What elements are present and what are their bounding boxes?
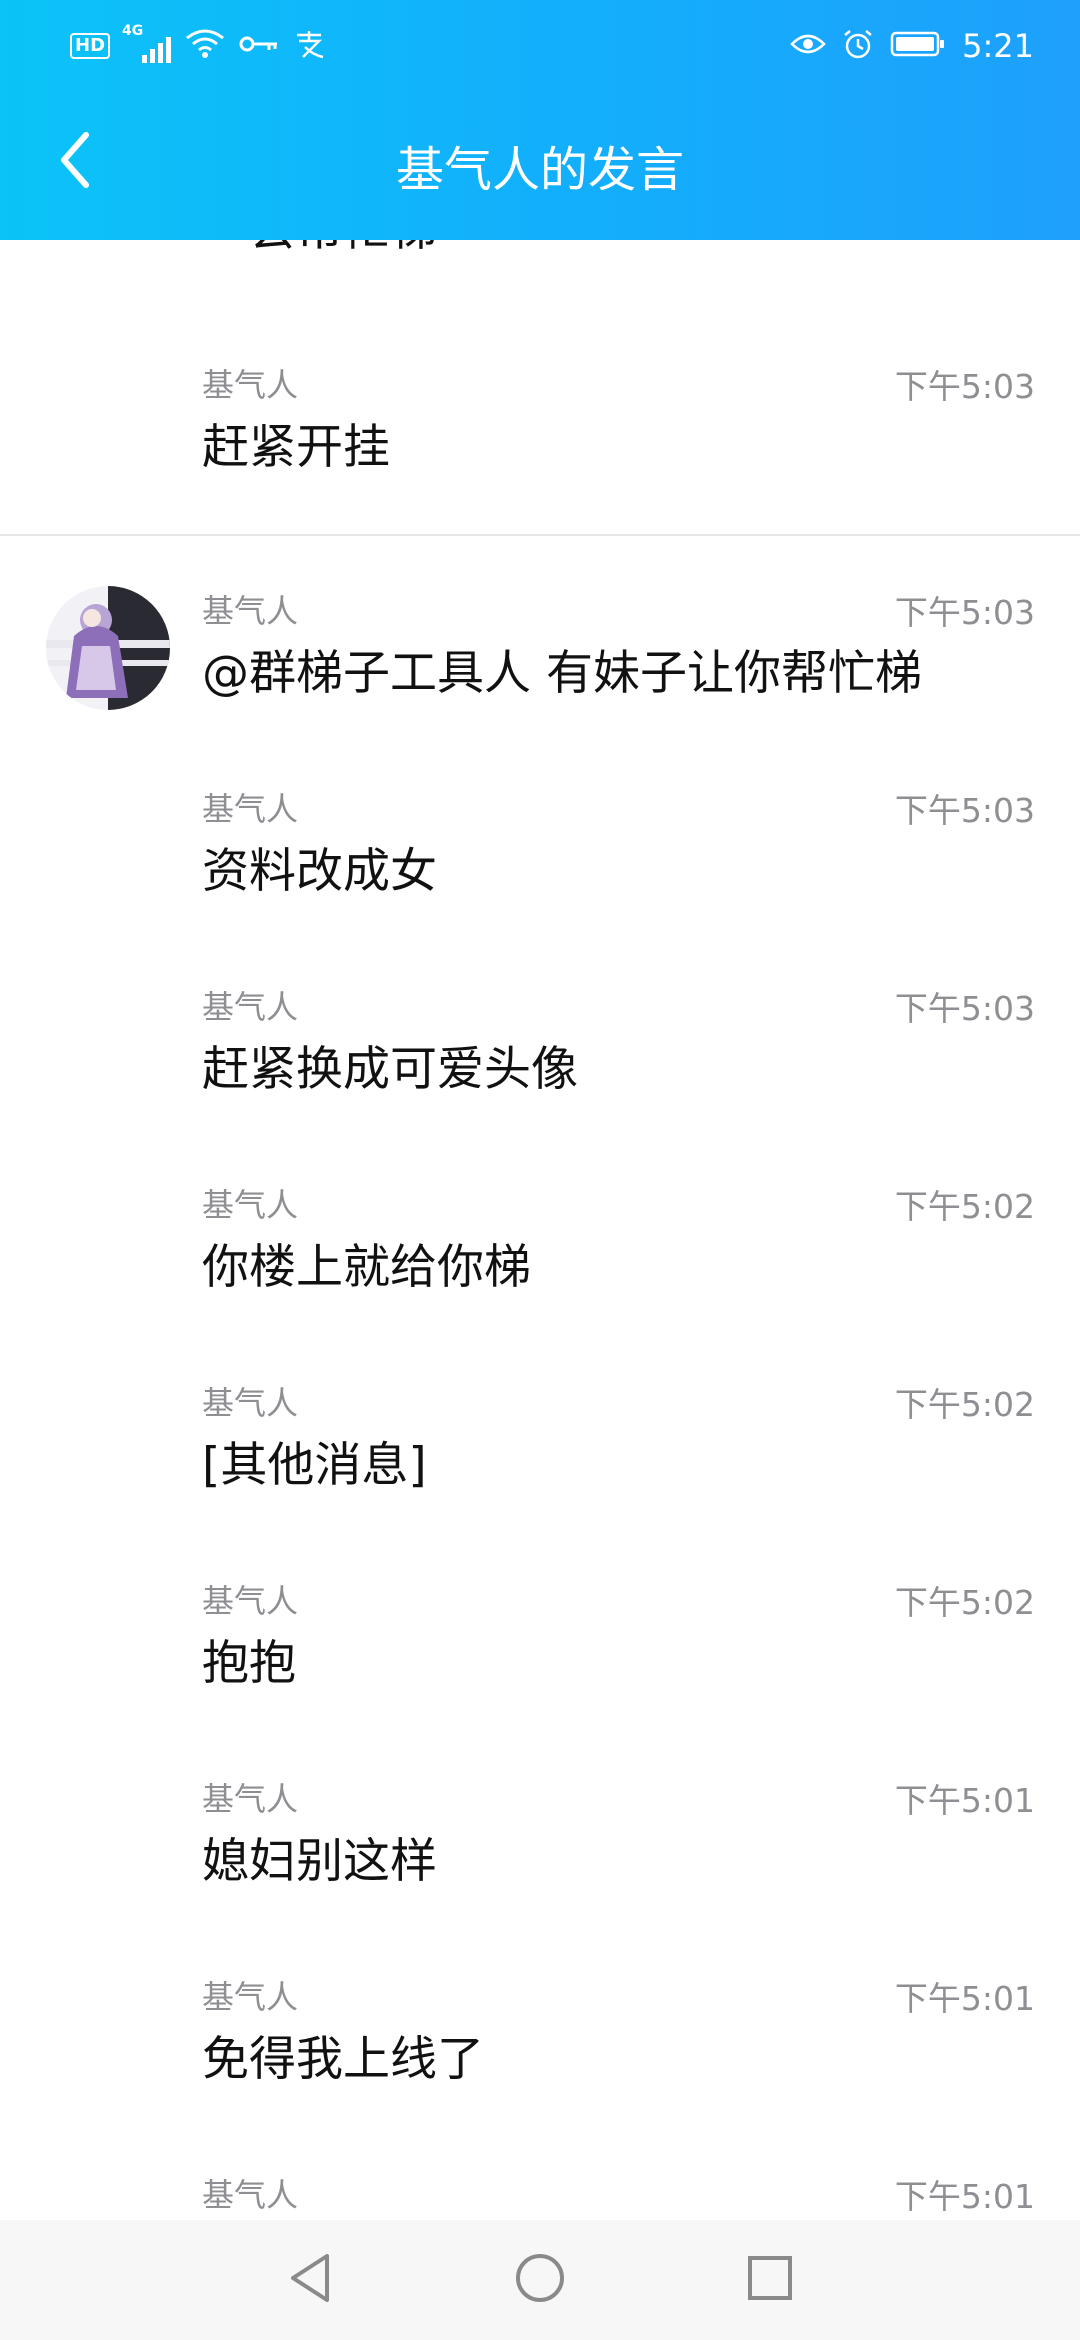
sender-name: 基气人: [202, 592, 299, 630]
message-text: 你楼上就给你梯: [202, 1240, 531, 1295]
message-text: 免得我上线了: [202, 2032, 484, 2087]
message-time: 下午5:02: [894, 1583, 1035, 1622]
page-title: 基气人的发言: [395, 142, 684, 198]
wifi-icon: [185, 28, 225, 64]
app-header: HD 4G 5:21 基气人的发言: [0, 0, 1080, 240]
list-item: 基气人 下午5:03 赶紧开挂: [0, 360, 1080, 540]
alarm-icon: [842, 28, 874, 64]
sender-name: 基气人: [202, 2176, 299, 2214]
message-time: 下午5:02: [894, 1385, 1035, 1424]
message-time: 下午5:03: [894, 989, 1035, 1028]
message-list[interactable]: 一会帮忙梯 基气人 下午5:03 赶紧开挂 基气人 下午5:03 @群梯子工具人…: [0, 240, 1080, 2220]
list-item: 基气人 下午5:01: [0, 2170, 1080, 2220]
list-item: 基气人 下午5:01 免得我上线了: [0, 1972, 1080, 2162]
list-item: 基气人 下午5:03 赶紧换成可爱头像: [0, 982, 1080, 1172]
circle-home-icon: [514, 2252, 566, 2308]
eye-icon: [790, 30, 826, 62]
message-text: [其他消息]: [202, 1438, 427, 1493]
battery-icon: [890, 30, 946, 62]
sender-name: 基气人: [202, 1582, 299, 1620]
sender-name: 基气人: [202, 1978, 299, 2016]
message-text: 赶紧开挂: [202, 420, 390, 475]
group-divider: [0, 534, 1080, 536]
status-left-icons: HD 4G: [70, 23, 325, 66]
list-item: 基气人 下午5:02 [其他消息]: [0, 1378, 1080, 1568]
message-time: 下午5:01: [894, 2177, 1035, 2216]
message-time: 下午5:03: [894, 791, 1035, 830]
key-icon: [239, 32, 279, 60]
nav-back-button[interactable]: [195, 2220, 425, 2340]
sender-name: 基气人: [202, 1384, 299, 1422]
system-navigation-bar: [0, 2220, 1080, 2340]
message-time: 下午5:03: [894, 593, 1035, 632]
list-item: 一会帮忙梯: [0, 240, 1080, 300]
list-item: 基气人 下午5:02 抱抱: [0, 1576, 1080, 1766]
message-time: 下午5:01: [894, 1781, 1035, 1820]
payment-icon: [293, 29, 325, 63]
status-right-icons: 5:21: [790, 26, 1034, 66]
message-time: 下午5:03: [894, 367, 1035, 406]
message-text: 赶紧换成可爱头像: [202, 1042, 578, 1097]
message-text: 抱抱: [202, 1636, 296, 1691]
list-item: 基气人 下午5:01 媳妇别这样: [0, 1774, 1080, 1964]
hd-badge: HD: [70, 33, 111, 59]
message-text: @群梯子工具人 有妹子让你帮忙梯: [202, 646, 922, 701]
message-text: 媳妇别这样: [202, 1834, 437, 1889]
sender-name: 基气人: [202, 1186, 299, 1224]
sender-name: 基气人: [202, 1780, 299, 1818]
signal-icon: 4G: [122, 23, 172, 63]
square-recents-icon: [746, 2254, 794, 2306]
message-text: 一会帮忙梯: [202, 240, 437, 259]
list-item: 基气人 下午5:02 你楼上就给你梯: [0, 1180, 1080, 1370]
triangle-back-icon: [287, 2252, 333, 2308]
network-type-label: 4G: [122, 23, 144, 39]
nav-recents-button[interactable]: [655, 2220, 885, 2340]
avatar[interactable]: [46, 586, 170, 710]
message-text: 资料改成女: [202, 844, 437, 899]
title-bar: 基气人的发言: [0, 92, 1080, 240]
sender-name: 基气人: [202, 366, 299, 404]
nav-home-button[interactable]: [425, 2220, 655, 2340]
sender-name: 基气人: [202, 988, 299, 1026]
list-item: 基气人 下午5:03 @群梯子工具人 有妹子让你帮忙梯: [0, 586, 1080, 776]
message-time: 下午5:01: [894, 1979, 1035, 2018]
clock-time: 5:21: [962, 27, 1034, 65]
list-item: 基气人 下午5:03 资料改成女: [0, 784, 1080, 974]
message-time: 下午5:02: [894, 1187, 1035, 1226]
status-bar: HD 4G 5:21: [0, 0, 1080, 92]
sender-name: 基气人: [202, 790, 299, 828]
